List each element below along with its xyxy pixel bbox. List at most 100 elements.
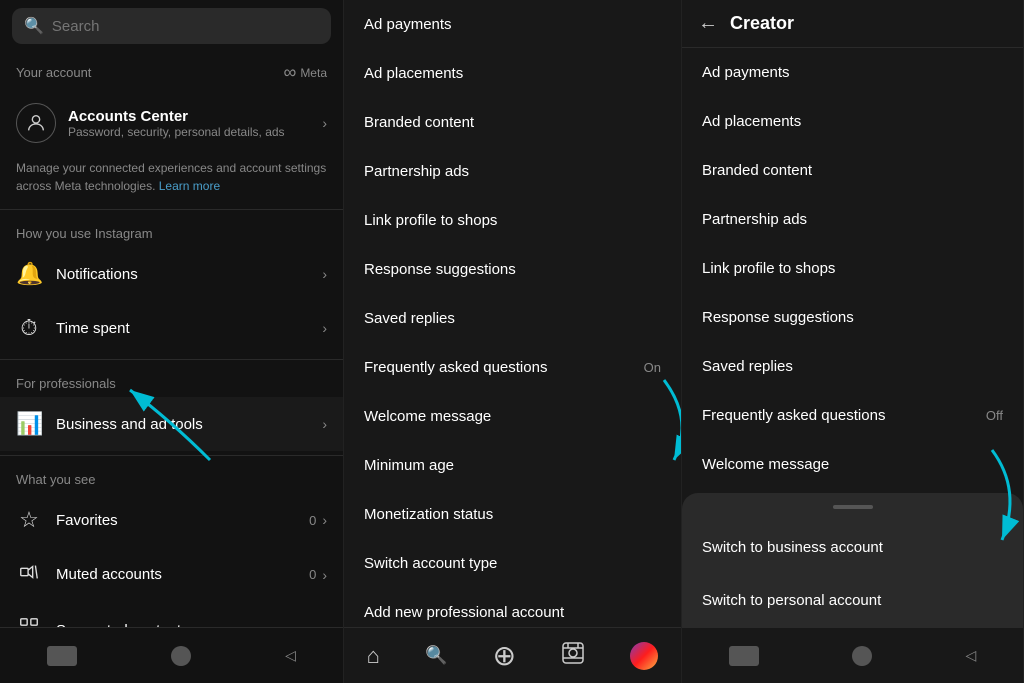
mid-menu-item[interactable]: Frequently asked questions On bbox=[344, 343, 681, 392]
search-input[interactable] bbox=[52, 18, 319, 35]
right-item-label-6: Saved replies bbox=[702, 358, 793, 375]
right-menu-item[interactable]: Link profile to shops bbox=[682, 244, 1023, 293]
your-account-label: Your account bbox=[16, 65, 91, 80]
right-item-label-0: Ad payments bbox=[702, 64, 790, 81]
right-menu-item[interactable]: Saved replies bbox=[682, 342, 1023, 391]
for-professionals-label: For professionals bbox=[0, 364, 343, 397]
favorites-icon: ☆ bbox=[16, 507, 42, 533]
search-nav-icon[interactable]: 🔍 bbox=[425, 645, 447, 666]
mid-menu-item[interactable]: Minimum age bbox=[344, 441, 681, 490]
mid-item-label-5: Response suggestions bbox=[364, 261, 516, 278]
notifications-icon: 🔔 bbox=[16, 261, 42, 287]
mid-item-label-10: Monetization status bbox=[364, 506, 493, 523]
business-ad-tools-label: Business and ad tools bbox=[56, 416, 203, 433]
right-item-label-3: Partnership ads bbox=[702, 211, 807, 228]
android-square-btn-right[interactable] bbox=[729, 646, 759, 666]
favorites-menu-item[interactable]: ☆ Favorites 0 › bbox=[0, 493, 343, 547]
muted-accounts-menu-item[interactable]: Muted accounts 0 › bbox=[0, 547, 343, 602]
right-item-label-1: Ad placements bbox=[702, 113, 801, 130]
right-item-label-2: Branded content bbox=[702, 162, 812, 179]
mid-item-label-2: Branded content bbox=[364, 114, 474, 131]
add-icon[interactable]: ⊕ bbox=[493, 639, 516, 672]
notifications-chevron: › bbox=[322, 266, 327, 282]
left-bottom-nav: ◁ bbox=[0, 627, 343, 683]
back-button[interactable]: ← bbox=[698, 12, 718, 35]
search-bar[interactable]: 🔍 bbox=[12, 8, 331, 44]
muted-chevron: › bbox=[322, 567, 327, 583]
muted-accounts-label: Muted accounts bbox=[56, 566, 162, 583]
android-back-btn-right[interactable]: ◁ bbox=[966, 647, 977, 664]
android-back-btn[interactable]: ◁ bbox=[285, 647, 296, 664]
time-spent-label: Time spent bbox=[56, 320, 130, 337]
business-ad-tools-icon: 📊 bbox=[16, 411, 42, 437]
right-menu-item[interactable]: Ad placements bbox=[682, 97, 1023, 146]
accounts-center-row[interactable]: Accounts Center Password, security, pers… bbox=[0, 93, 343, 153]
sheet-item[interactable]: Switch to business account bbox=[682, 521, 1023, 574]
mid-menu-item[interactable]: Saved replies bbox=[344, 294, 681, 343]
right-menu-item[interactable]: Frequently asked questions Off bbox=[682, 391, 1023, 440]
muted-count: 0 bbox=[309, 567, 316, 582]
accounts-center-chevron: › bbox=[322, 115, 327, 131]
android-circle-btn-right[interactable] bbox=[852, 646, 872, 666]
reels-icon[interactable] bbox=[561, 641, 585, 671]
mid-menu-item[interactable]: Welcome message bbox=[344, 392, 681, 441]
right-item-badge-7: Off bbox=[986, 408, 1003, 423]
divider-3 bbox=[0, 455, 343, 456]
mid-item-label-3: Partnership ads bbox=[364, 163, 469, 180]
mid-menu-item[interactable]: Monetization status bbox=[344, 490, 681, 539]
mid-menu-item[interactable]: Link profile to shops bbox=[344, 196, 681, 245]
right-panel: ← Creator Ad payments Ad placements Bran… bbox=[682, 0, 1024, 683]
mid-item-label-11: Switch account type bbox=[364, 555, 497, 572]
mid-menu-item[interactable]: Ad payments bbox=[344, 0, 681, 49]
android-square-btn[interactable] bbox=[47, 646, 77, 666]
mid-item-label-7: Frequently asked questions bbox=[364, 359, 547, 376]
mid-panel-scroll[interactable]: Ad payments Ad placements Branded conten… bbox=[344, 0, 681, 627]
sheet-handle bbox=[833, 505, 873, 509]
right-menu-item[interactable]: Ad payments bbox=[682, 48, 1023, 97]
right-menu-item[interactable]: Partnership ads bbox=[682, 195, 1023, 244]
mid-bottom-nav: ⌂ 🔍 ⊕ bbox=[344, 627, 681, 683]
mid-item-label-9: Minimum age bbox=[364, 457, 454, 474]
mid-item-label-0: Ad payments bbox=[364, 16, 452, 33]
time-spent-icon: ⏱ bbox=[16, 315, 42, 341]
notifications-menu-item[interactable]: 🔔 Notifications › bbox=[0, 247, 343, 301]
sheet-item[interactable]: Switch to personal account bbox=[682, 574, 1023, 627]
sheet-items-list: Switch to business accountSwitch to pers… bbox=[682, 521, 1023, 627]
search-icon: 🔍 bbox=[24, 16, 44, 36]
mid-panel: Ad payments Ad placements Branded conten… bbox=[344, 0, 682, 683]
home-icon[interactable]: ⌂ bbox=[367, 643, 380, 669]
bottom-sheet: Switch to business accountSwitch to pers… bbox=[682, 493, 1023, 627]
muted-accounts-icon bbox=[16, 561, 42, 588]
favorites-chevron: › bbox=[322, 512, 327, 528]
business-ad-tools-menu-item[interactable]: 📊 Business and ad tools › bbox=[0, 397, 343, 451]
mid-item-label-6: Saved replies bbox=[364, 310, 455, 327]
mid-menu-item[interactable]: Branded content bbox=[344, 98, 681, 147]
mid-menu-item[interactable]: Switch account type bbox=[344, 539, 681, 588]
favorites-count: 0 bbox=[309, 513, 316, 528]
android-circle-btn[interactable] bbox=[171, 646, 191, 666]
business-ad-tools-chevron: › bbox=[322, 416, 327, 432]
profile-avatar[interactable] bbox=[630, 642, 658, 670]
right-menu-item[interactable]: Branded content bbox=[682, 146, 1023, 195]
accounts-center-info: Accounts Center Password, security, pers… bbox=[16, 103, 285, 143]
mid-menu-item[interactable]: Ad placements bbox=[344, 49, 681, 98]
learn-more-link[interactable]: Learn more bbox=[159, 179, 220, 193]
your-account-section: Your account ∞ Meta bbox=[0, 52, 343, 93]
mid-menu-item[interactable]: Response suggestions bbox=[344, 245, 681, 294]
divider-1 bbox=[0, 209, 343, 210]
time-spent-menu-item[interactable]: ⏱ Time spent › bbox=[0, 301, 343, 355]
mid-item-label-1: Ad placements bbox=[364, 65, 463, 82]
mid-items-list: Ad payments Ad placements Branded conten… bbox=[344, 0, 681, 627]
right-item-label-4: Link profile to shops bbox=[702, 260, 835, 277]
mid-item-label-4: Link profile to shops bbox=[364, 212, 497, 229]
right-bottom-nav: ◁ bbox=[682, 627, 1023, 683]
favorites-label: Favorites bbox=[56, 512, 118, 529]
mid-item-label-8: Welcome message bbox=[364, 408, 491, 425]
right-item-label-7: Frequently asked questions bbox=[702, 407, 885, 424]
mid-item-label-12: Add new professional account bbox=[364, 604, 564, 621]
right-panel-header: ← Creator bbox=[682, 0, 1023, 48]
mid-menu-item[interactable]: Add new professional account bbox=[344, 588, 681, 627]
right-menu-item[interactable]: Response suggestions bbox=[682, 293, 1023, 342]
right-menu-item[interactable]: Welcome message bbox=[682, 440, 1023, 489]
mid-menu-item[interactable]: Partnership ads bbox=[344, 147, 681, 196]
